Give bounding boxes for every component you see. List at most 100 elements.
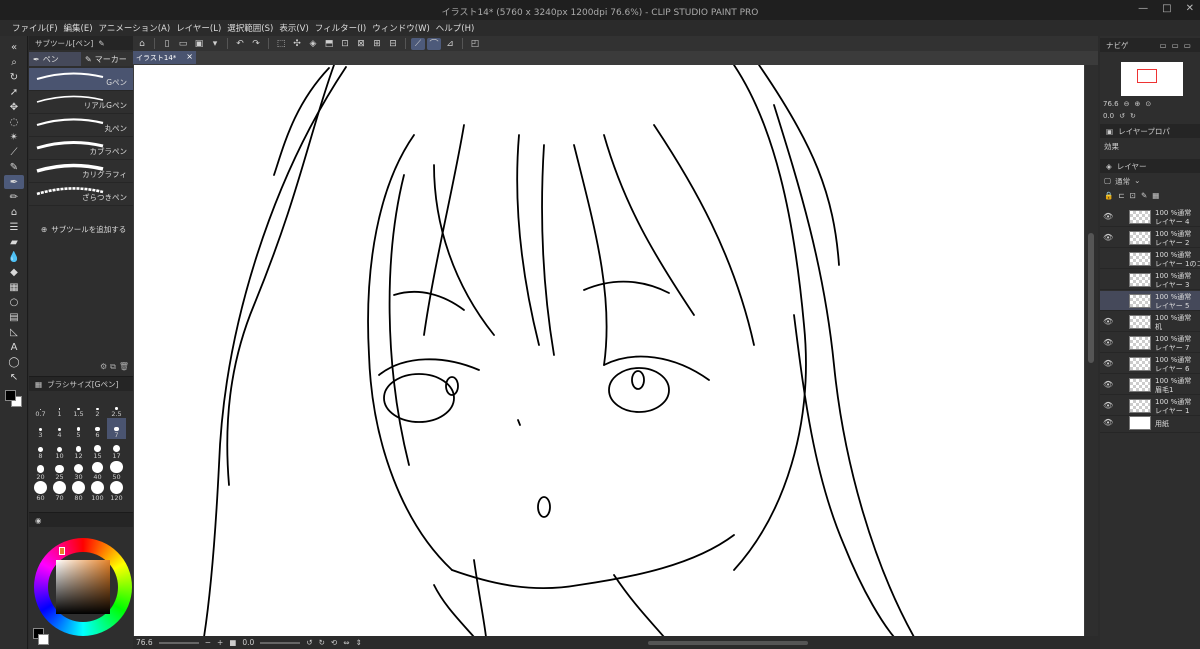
brush-size-option[interactable]: 120	[107, 481, 126, 502]
clip-icon[interactable]: ⊏	[1118, 191, 1124, 200]
eye-icon[interactable]: 👁	[1103, 418, 1113, 427]
text-icon[interactable]: A	[4, 340, 24, 354]
gradient-icon[interactable]: ▦	[4, 280, 24, 294]
menu-view[interactable]: 表示(V)	[279, 20, 314, 36]
brush-size-option[interactable]: 80	[69, 481, 88, 502]
brush-size-option[interactable]: 2	[88, 397, 107, 418]
invert-selection-icon[interactable]: ⊠	[354, 38, 368, 50]
layer-row[interactable]: 👁 100 %通常 眉毛1	[1100, 375, 1200, 395]
layer-property-tab-label[interactable]: レイヤープロパ	[1118, 126, 1170, 137]
brush-size-option[interactable]: 60	[31, 481, 50, 502]
rotation-value[interactable]: 0.0	[242, 638, 254, 647]
brush-size-option[interactable]: 2.5	[107, 397, 126, 418]
nav-zoom-in-icon[interactable]: ⊕	[1134, 100, 1140, 108]
companion-icon[interactable]: ◰	[468, 38, 482, 50]
brush-size-option[interactable]: 5	[69, 418, 88, 439]
brush-size-option[interactable]: 25	[50, 460, 69, 481]
zoom-slider[interactable]	[158, 641, 199, 644]
fit-icon[interactable]: ■	[229, 638, 236, 647]
move-icon[interactable]: ✥	[4, 100, 24, 114]
draft-icon[interactable]: ✎	[1141, 191, 1147, 200]
sub-color-mini-swatch[interactable]	[38, 634, 49, 645]
group-pen-tab[interactable]: ✒ ペン	[29, 52, 81, 66]
frame-icon[interactable]: ▤	[4, 310, 24, 324]
ruler-icon[interactable]: ◺	[4, 325, 24, 339]
snap-ruler-icon[interactable]: ⟋	[411, 37, 425, 50]
rotate-right-icon[interactable]: ↻	[319, 638, 325, 647]
operation-icon[interactable]: ➚	[4, 85, 24, 99]
brush-size-option[interactable]: 12	[69, 439, 88, 460]
brush-round-pen[interactable]: 丸ペン	[29, 114, 133, 137]
pen-tool-selected-icon[interactable]: ✒	[4, 175, 24, 189]
redo-icon[interactable]: ↷	[249, 38, 263, 50]
brush-size-option[interactable]: 50	[107, 460, 126, 481]
eye-icon[interactable]: 👁	[1103, 380, 1113, 389]
color-wheel-tab-icon[interactable]: ◉	[35, 516, 42, 525]
navigator-zoom[interactable]: 76.6	[1103, 100, 1119, 108]
crop-icon[interactable]: ⊡	[338, 38, 352, 50]
hue-marker[interactable]	[59, 547, 65, 555]
figure-icon[interactable]: ○	[4, 295, 24, 309]
color-wheel[interactable]	[34, 538, 132, 636]
brush-icon[interactable]: ⌂	[4, 205, 24, 219]
home-icon[interactable]: ⌂	[135, 38, 149, 50]
duplicate-subtool-icon[interactable]: ⧉	[110, 362, 116, 372]
navigator-tab-label[interactable]: ナビゲ	[1106, 40, 1129, 51]
pencil-icon[interactable]: ✏	[4, 190, 24, 204]
brush-g-pen[interactable]: Gペン	[29, 68, 133, 91]
menu-help[interactable]: ヘルプ(H)	[436, 20, 481, 36]
layer-mask-icon[interactable]: ▢	[1104, 176, 1111, 187]
nav-panel-icon-3[interactable]: ▭	[1184, 41, 1191, 50]
eye-icon[interactable]: 👁	[1103, 212, 1113, 221]
eye-icon[interactable]: 👁	[1103, 359, 1113, 368]
main-color-swatch[interactable]	[5, 390, 16, 401]
brush-size-option[interactable]: 20	[31, 460, 50, 481]
shrink-selection-icon[interactable]: ⊟	[386, 38, 400, 50]
brush-size-option[interactable]: 0.7	[31, 397, 50, 418]
expand-selection-icon[interactable]: ⊞	[370, 38, 384, 50]
brush-size-option[interactable]: 40	[88, 460, 107, 481]
navigator-viewport-box[interactable]	[1137, 69, 1157, 83]
lasso-icon[interactable]: ◌	[4, 115, 24, 129]
brush-size-tab-label[interactable]: ブラシサイズ[Gペン]	[47, 379, 118, 390]
zoom-out-icon[interactable]: −	[205, 638, 211, 647]
brush-rough-pen[interactable]: ざらつきペン	[29, 183, 133, 206]
nav-panel-icon[interactable]: ▭	[1160, 41, 1167, 50]
navigator-rotation[interactable]: 0.0	[1103, 112, 1114, 120]
snap-special-ruler-icon[interactable]: ⌒	[427, 37, 441, 50]
close-button[interactable]: ✕	[1186, 3, 1194, 14]
reference-icon[interactable]: ⊡	[1130, 191, 1136, 200]
menu-animation[interactable]: アニメーション(A)	[99, 20, 177, 36]
transform-icon[interactable]: ⬒	[322, 38, 336, 50]
nav-panel-icon-2[interactable]: ▭	[1172, 41, 1179, 50]
eye-icon[interactable]: 👁	[1103, 317, 1113, 326]
brush-size-option[interactable]: 15	[88, 439, 107, 460]
rotate-left-icon[interactable]: ↺	[306, 638, 312, 647]
group-marker-tab[interactable]: ✎ マーカー	[81, 52, 133, 66]
saturation-value-square[interactable]	[56, 560, 110, 614]
nav-rotate-right-icon[interactable]: ↻	[1130, 112, 1136, 120]
menu-file[interactable]: ファイル(F)	[12, 20, 64, 36]
correct-line-icon[interactable]: ↖	[4, 370, 24, 384]
delete-subtool-icon[interactable]: 🗑	[119, 362, 129, 372]
blend-icon[interactable]: 💧	[4, 250, 24, 264]
undo-icon[interactable]: ↶	[233, 38, 247, 50]
eye-icon[interactable]: 👁	[1103, 401, 1113, 410]
brush-size-option[interactable]: 17	[107, 439, 126, 460]
brush-real-g-pen[interactable]: リアルGペン	[29, 91, 133, 114]
eyedropper-icon[interactable]: ⟋	[4, 145, 24, 159]
document-tab[interactable]: イラスト14* ×	[133, 51, 196, 64]
zoom-icon[interactable]: ⌕	[4, 55, 24, 69]
menu-selection[interactable]: 選択範囲(S)	[227, 20, 279, 36]
flip-vertical-icon[interactable]: ⇕	[356, 638, 362, 647]
subtool-settings-icon[interactable]: ⚙	[100, 362, 107, 372]
menu-filter[interactable]: フィルター(I)	[315, 20, 372, 36]
nav-fit-icon[interactable]: ⊙	[1145, 100, 1151, 108]
close-tab-icon[interactable]: ×	[186, 52, 193, 61]
navigator-preview[interactable]	[1121, 62, 1183, 96]
brush-size-option[interactable]: 4	[50, 418, 69, 439]
brush-size-option[interactable]: 8	[31, 439, 50, 460]
magic-wand-icon[interactable]: ✴	[4, 130, 24, 144]
paper-layer[interactable]: 👁 用紙	[1100, 413, 1200, 433]
eye-icon[interactable]: 👁	[1103, 233, 1113, 242]
